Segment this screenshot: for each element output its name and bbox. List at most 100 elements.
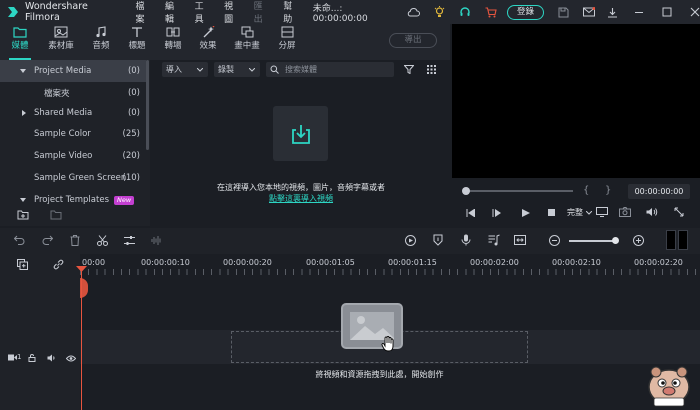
close-icon[interactable]	[690, 7, 700, 17]
timeline: 00:00 00:00:00:10 00:00:00:20 00:00:01:0…	[0, 254, 700, 410]
empty-hint-text: 在這裡導入您本地的視頻，圖片，音頻字幕或者	[217, 183, 385, 192]
tab-audio-label: 音频	[92, 41, 110, 51]
record-dropdown[interactable]: 錄製	[214, 62, 260, 77]
lock-icon[interactable]	[28, 354, 36, 362]
layout-bar	[678, 230, 688, 250]
microphone-icon[interactable]	[461, 234, 471, 246]
mark-in-bracket[interactable]: {	[583, 185, 589, 196]
playback-scrubber[interactable]	[465, 190, 573, 192]
mascot-watermark	[646, 362, 692, 408]
timeline-layout-toggle[interactable]	[666, 230, 688, 250]
menu-help[interactable]: 幫助	[283, 0, 300, 25]
save-icon[interactable]	[558, 7, 569, 18]
sidebar-item-shared-media[interactable]: Shared Media (0)	[0, 102, 146, 124]
tab-split-screen[interactable]: 分屏	[270, 24, 304, 60]
sidebar-item-sample-color[interactable]: Sample Color (25)	[0, 123, 146, 145]
layout-bar	[666, 230, 676, 250]
minimize-icon[interactable]	[634, 7, 644, 17]
download-icon[interactable]	[607, 7, 618, 18]
new-folder-icon[interactable]	[17, 210, 29, 220]
quality-dropdown[interactable]: 完整	[567, 207, 592, 218]
folder-outline-icon[interactable]	[50, 210, 62, 220]
stop-icon[interactable]	[548, 209, 556, 217]
step-frame-icon[interactable]	[492, 209, 501, 217]
link-icon[interactable]	[53, 259, 64, 270]
sidebar-item-folder[interactable]: 檔案夾 (0)	[0, 82, 146, 104]
menu-export[interactable]: 匯出	[254, 0, 271, 25]
menu-edit[interactable]: 編輯	[165, 0, 182, 25]
sidebar-scrollbar[interactable]	[146, 60, 149, 150]
delete-icon[interactable]	[70, 235, 80, 246]
caret-right-icon	[22, 110, 30, 116]
tab-stock[interactable]: 素材庫	[44, 24, 78, 60]
ruler-label: 00:00:02:10	[552, 258, 601, 267]
cart-icon[interactable]	[485, 6, 497, 18]
hand-cursor-icon	[381, 336, 395, 352]
headset-icon[interactable]	[459, 6, 471, 18]
prev-frame-icon[interactable]	[466, 209, 475, 217]
tab-pip[interactable]: 畫中畫	[230, 24, 264, 60]
sidebar-item-sample-video[interactable]: Sample Video (20)	[0, 145, 146, 167]
display-icon[interactable]	[596, 207, 608, 217]
redo-icon[interactable]	[42, 235, 53, 245]
preview-panel: { } 00:00:00:00 完整	[452, 24, 700, 226]
sidebar-item-label: Shared Media	[34, 108, 93, 118]
zoom-slider-handle[interactable]	[612, 237, 619, 244]
import-dropdown[interactable]: 導入	[162, 62, 208, 77]
ruler-label: 00:00:00:10	[141, 258, 190, 267]
scrubber-handle[interactable]	[462, 187, 470, 195]
tab-pip-label: 畫中畫	[234, 41, 260, 51]
menu-view[interactable]: 視圖	[224, 0, 241, 25]
fullscreen-icon[interactable]	[674, 207, 684, 217]
tab-media-label: 媒體	[11, 41, 29, 51]
mute-icon[interactable]	[47, 354, 56, 362]
mail-icon[interactable]	[582, 7, 595, 17]
new-badge: New	[114, 195, 135, 205]
mark-out-bracket[interactable]: }	[605, 185, 611, 196]
volume-icon[interactable]	[646, 207, 658, 217]
render-icon[interactable]	[405, 235, 416, 246]
import-drop-target[interactable]	[273, 106, 328, 161]
drop-hint-text: 將視頻和資源拖拽到此處，開始創作	[315, 370, 444, 379]
cloud-icon[interactable]	[407, 7, 421, 17]
marker-shield-icon[interactable]	[433, 234, 443, 246]
search-input[interactable]: 搜索媒體	[266, 62, 394, 77]
import-video-link[interactable]: 點擊這裏導入視頻	[152, 193, 450, 204]
maximize-icon[interactable]	[662, 7, 672, 17]
tab-media[interactable]: 媒體	[3, 24, 37, 60]
menu-tools[interactable]: 工具	[195, 0, 212, 25]
audio-wave-icon[interactable]	[151, 235, 162, 246]
filmora-logo-icon	[7, 6, 19, 18]
eye-icon[interactable]	[66, 355, 76, 362]
app-title: Wondershare Filmora	[25, 1, 88, 23]
sidebar-item-project-media[interactable]: Project Media (0)	[0, 60, 146, 82]
timeline-ruler[interactable]: 00:00 00:00:00:10 00:00:00:20 00:00:01:0…	[80, 254, 700, 276]
title-bar: Wondershare Filmora 檔案 編輯 工具 視圖 匯出 幫助 未命…	[0, 0, 700, 25]
filter-icon[interactable]	[404, 65, 414, 74]
fit-timeline-icon[interactable]	[514, 235, 526, 245]
adjust-icon[interactable]	[124, 235, 135, 246]
menu-file[interactable]: 檔案	[135, 0, 152, 25]
tab-effects[interactable]: 效果	[191, 24, 225, 60]
undo-icon[interactable]	[14, 235, 25, 245]
snapshot-icon[interactable]	[619, 207, 631, 217]
tab-audio[interactable]: 音频	[84, 24, 118, 60]
tab-transitions[interactable]: 轉場	[156, 24, 190, 60]
grid-view-icon[interactable]	[427, 65, 436, 74]
search-placeholder: 搜索媒體	[285, 65, 317, 74]
login-button[interactable]: 登錄	[507, 4, 544, 20]
cut-icon[interactable]	[97, 235, 108, 246]
sidebar-item-project-templates[interactable]: Project Templates New	[0, 189, 146, 211]
zoom-in-icon[interactable]	[633, 235, 644, 246]
sidebar-item-sample-green-screen[interactable]: Sample Green Screen (10)	[0, 167, 146, 189]
tab-titles[interactable]: 標題	[120, 24, 154, 60]
zoom-slider-track[interactable]	[569, 240, 617, 242]
add-track-icon[interactable]	[17, 259, 28, 270]
play-icon[interactable]	[522, 209, 530, 217]
ruler-label: 00:00:02:00	[470, 258, 519, 267]
bulb-icon[interactable]	[434, 6, 445, 18]
export-button[interactable]: 導出	[389, 33, 437, 48]
playhead-tab[interactable]	[80, 278, 88, 298]
voiceover-icon[interactable]	[488, 234, 500, 246]
zoom-out-icon[interactable]	[549, 235, 560, 246]
